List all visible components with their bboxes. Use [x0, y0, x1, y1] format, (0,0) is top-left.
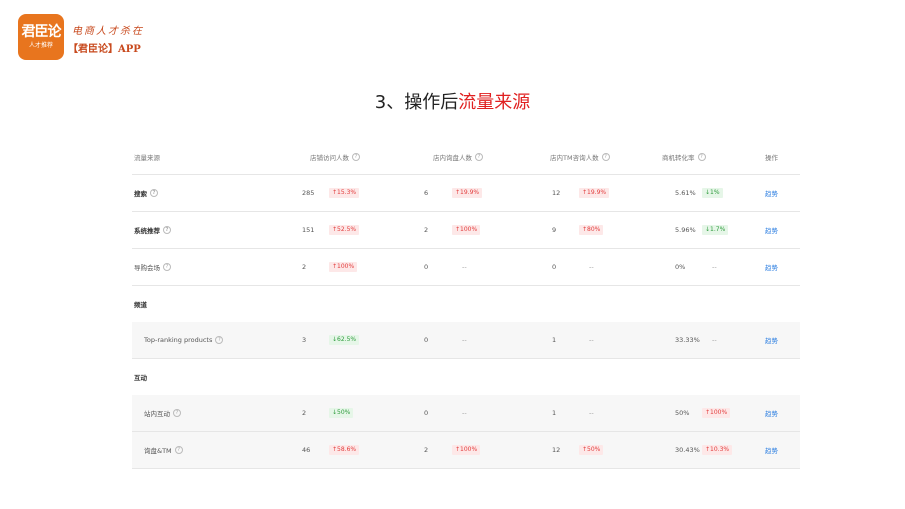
tm-consult-change: ↑80%: [579, 212, 604, 248]
help-icon[interactable]: ?: [163, 263, 171, 271]
brand-slogan: 电商人才杀在: [72, 26, 144, 37]
conversion-value: 0%: [675, 263, 686, 271]
conversion-change: ↑100%: [702, 395, 731, 431]
conversion-change: --: [712, 336, 717, 344]
trend-link[interactable]: 趋势: [765, 395, 778, 431]
row-label: 搜索?: [134, 175, 158, 211]
inquiries-value: 0: [424, 336, 429, 344]
trend-link[interactable]: 趋势: [765, 432, 778, 468]
header-tm-consult: 店内TM咨询人数?: [550, 140, 610, 174]
header-conversion: 商机转化率?: [662, 140, 706, 174]
table-row: 系统推荐? 151 ↑52.5% 2 ↑100% 9 ↑80% 5.96% ↓1.7% 趋势: [132, 212, 800, 249]
section-label: 频道: [134, 301, 147, 309]
inquiries-value: 2: [424, 446, 429, 454]
visitors-value: 285: [302, 189, 315, 197]
conversion-value: 5.61%: [675, 189, 696, 197]
visitors-value: 46: [302, 446, 311, 454]
header-source: 流量来源: [134, 154, 160, 162]
trend-link[interactable]: 趋势: [765, 212, 778, 248]
tm-consult-change: ↑19.9%: [579, 175, 610, 211]
visitors-value: 3: [302, 336, 307, 344]
help-icon[interactable]: ?: [150, 189, 158, 197]
visitors-change: ↑52.5%: [329, 212, 360, 248]
traffic-source-table: 流量来源 店铺访问人数? 店内询盘人数? 店内TM咨询人数? 商机转化率? 操作…: [132, 140, 800, 469]
row-label: 站内互动?: [144, 395, 181, 431]
table-row: 搜索? 285 ↑15.3% 6 ↑19.9% 12 ↑19.9% 5.61% ↓1% 趋势: [132, 175, 800, 212]
conversion-change: ↓1%: [702, 175, 723, 211]
conversion-value: 33.33%: [675, 336, 700, 344]
help-icon[interactable]: ?: [352, 153, 360, 161]
row-label: 系统推荐?: [134, 212, 171, 248]
table-header: 流量来源 店铺访问人数? 店内询盘人数? 店内TM咨询人数? 商机转化率? 操作: [132, 140, 800, 175]
visitors-value: 151: [302, 226, 315, 234]
tm-consult-change: --: [589, 409, 594, 417]
tm-consult-value: 0: [552, 263, 557, 271]
inquiries-change: --: [462, 336, 467, 344]
tm-consult-value: 12: [552, 189, 561, 197]
visitors-change: ↑15.3%: [329, 175, 360, 211]
inquiries-value: 0: [424, 263, 429, 271]
visitors-value: 2: [302, 409, 307, 417]
tm-consult-value: 1: [552, 336, 557, 344]
visitors-value: 2: [302, 263, 307, 271]
tm-consult-value: 9: [552, 226, 557, 234]
inquiries-value: 0: [424, 409, 429, 417]
help-icon[interactable]: ?: [601, 153, 610, 161]
trend-link[interactable]: 趋势: [765, 175, 778, 211]
conversion-value: 5.96%: [675, 226, 696, 234]
help-icon[interactable]: ?: [215, 336, 224, 344]
help-icon[interactable]: ?: [697, 153, 706, 161]
help-icon[interactable]: ?: [163, 226, 171, 234]
brand-app-name: 【君臣论】APP: [68, 44, 141, 55]
help-icon[interactable]: ?: [173, 409, 181, 417]
section-row: 频道: [132, 286, 800, 322]
conversion-value: 30.43%: [675, 446, 700, 454]
section-label: 互动: [134, 374, 147, 382]
header-action: 操作: [765, 154, 778, 162]
inquiries-change: ↑19.9%: [452, 175, 483, 211]
tm-consult-value: 12: [552, 446, 561, 454]
table-row: Top-ranking products? 3 ↓62.5% 0 -- 1 -- 33.33%…: [132, 322, 800, 359]
table-row: 导购会场? 2 ↑100% 0 -- 0 -- 0% -- 趋势: [132, 249, 800, 286]
row-label: 询盘&TM?: [144, 432, 183, 468]
tm-consult-change: --: [589, 263, 594, 271]
visitors-change: ↑58.6%: [329, 432, 360, 468]
header-visitors: 店铺访问人数?: [310, 140, 360, 174]
logo-mark: 君臣论: [21, 24, 62, 40]
page-title: 3、操作后流量来源: [0, 88, 905, 114]
conversion-change: ↓1.7%: [702, 212, 729, 248]
row-label: Top-ranking products?: [144, 322, 224, 358]
inquiries-value: 6: [424, 189, 429, 197]
trend-link[interactable]: 趋势: [765, 249, 778, 285]
visitors-change: ↑100%: [329, 249, 358, 285]
table-row: 站内互动? 2 ↓50% 0 -- 1 -- 50% ↑100% 趋势: [132, 395, 800, 432]
inquiries-change: --: [462, 409, 467, 417]
visitors-change: ↓62.5%: [329, 322, 360, 358]
title-prefix: 3、操作后: [374, 92, 459, 113]
conversion-change: --: [712, 263, 717, 271]
inquiries-value: 2: [424, 226, 429, 234]
inquiries-change: ↑100%: [452, 432, 481, 468]
logo-subtitle: 人才推荐: [28, 42, 53, 49]
title-highlight: 流量来源: [458, 92, 531, 113]
trend-link[interactable]: 趋势: [765, 322, 778, 358]
tm-consult-change: --: [589, 336, 594, 344]
tm-consult-change: ↑50%: [579, 432, 604, 468]
conversion-change: ↑10.3%: [702, 432, 733, 468]
inquiries-change: ↑100%: [452, 212, 481, 248]
table-row: 询盘&TM? 46 ↑58.6% 2 ↑100% 12 ↑50% 30.43% ↑10.3% 趋势: [132, 432, 800, 469]
row-label: 导购会场?: [134, 249, 171, 285]
help-icon[interactable]: ?: [174, 446, 183, 454]
tm-consult-value: 1: [552, 409, 557, 417]
visitors-change: ↓50%: [329, 395, 354, 431]
conversion-value: 50%: [675, 409, 690, 417]
section-row: 互动: [132, 359, 800, 395]
help-icon[interactable]: ?: [475, 153, 483, 161]
inquiries-change: --: [462, 263, 467, 271]
header-inquiries: 店内询盘人数?: [433, 140, 483, 174]
brand-logo: 君臣论 人才推荐: [18, 14, 64, 60]
